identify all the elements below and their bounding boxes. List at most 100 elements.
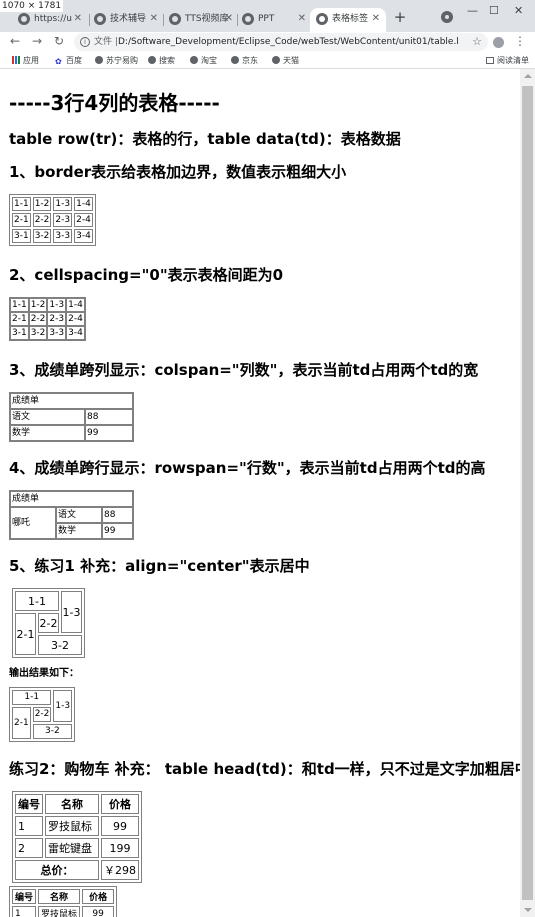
table-cell: 2-1	[12, 707, 31, 739]
table-cell: 雷蛇键盘	[45, 838, 99, 858]
bookmark-tmall[interactable]: 天猫	[272, 55, 299, 66]
table-cell: 2-2	[28, 312, 48, 326]
table-cell: 88	[102, 507, 133, 523]
table-cell: 3-1	[12, 229, 31, 243]
table-cell: 3-4	[74, 229, 93, 243]
table-cell: 哪吒	[10, 507, 56, 539]
table-cell: 88	[85, 409, 133, 425]
table-header: 总价：	[15, 860, 99, 880]
bookmarks-bar: 应用 ✿ 百度 苏宁易购 搜索 淘宝 京东 天猫 阅读清单	[0, 52, 535, 69]
menu-button[interactable]: ⋮	[514, 34, 526, 48]
table-row: 总价： ￥298	[15, 860, 139, 880]
section-4-heading: 4、成绩单跨行显示：rowspan="行数"，表示当前td占用两个td的高	[9, 459, 486, 477]
table-cell: 3-4	[66, 326, 85, 340]
table-header: 编号	[12, 889, 37, 904]
toolbar: ← → ↻ i 文件 | D:/Software_Development/Ecl…	[0, 32, 535, 52]
scroll-down-arrow-icon[interactable]	[524, 908, 532, 912]
table-header: 编号	[15, 794, 43, 814]
table-cell: 3-2	[38, 635, 82, 655]
globe-icon	[190, 56, 198, 64]
table-cell: 语文	[56, 507, 102, 523]
table-cell: 1-3	[53, 690, 73, 722]
page-title: -----3行4列的表格-----	[9, 91, 220, 115]
table-row: 编号 名称 价格	[12, 889, 115, 904]
table-cell: 2-1	[10, 312, 29, 326]
tab-4[interactable]: PPT ✕	[236, 8, 312, 32]
close-tab-icon[interactable]: ✕	[74, 8, 82, 30]
table-row: 成绩单	[10, 393, 133, 409]
back-button[interactable]: ←	[10, 34, 20, 48]
table-cell: 2-1	[12, 213, 31, 227]
minimize-button[interactable]: —	[467, 4, 478, 17]
table-row: 1-1 1-2 1-3 1-4	[12, 197, 93, 211]
globe-icon	[94, 13, 106, 25]
table-header: 名称	[38, 889, 81, 904]
bookmark-star-icon[interactable]: ☆	[472, 33, 482, 51]
profile-avatar-icon[interactable]	[493, 37, 504, 48]
table-cell: 成绩单	[10, 491, 133, 507]
table-header: 价格	[101, 794, 139, 814]
table-cell: 2-2	[32, 213, 52, 227]
table-cell: 2-3	[47, 312, 67, 326]
reading-list-button[interactable]: 阅读清单	[486, 55, 529, 66]
table-cell: 2-2	[38, 613, 59, 633]
table-cell: 1-4	[66, 298, 85, 312]
bookmark-search[interactable]: 搜索	[148, 55, 175, 66]
close-tab-icon[interactable]: ✕	[298, 8, 306, 30]
bookmark-apps[interactable]: 应用	[12, 55, 39, 66]
bookmark-jd[interactable]: 京东	[231, 55, 258, 66]
table-cell: 99	[82, 906, 115, 917]
tab-3[interactable]: TTS视频库 ✕	[163, 8, 239, 32]
table-cell: 2	[15, 838, 43, 858]
table-cell: 数学	[56, 523, 102, 539]
reload-button[interactable]: ↻	[54, 34, 64, 48]
table-cell: 1	[15, 816, 43, 836]
scroll-up-arrow-icon[interactable]	[524, 74, 532, 78]
sync-icon[interactable]	[441, 11, 453, 23]
scrollbar-thumb[interactable]	[522, 86, 533, 900]
section-2-heading: 2、cellspacing="0"表示表格间距为0	[9, 266, 284, 284]
bookmark-taobao[interactable]: 淘宝	[190, 55, 217, 66]
table-cell: 2-4	[74, 213, 93, 227]
table-cell: 2-4	[66, 312, 85, 326]
globe-icon	[242, 13, 254, 25]
bookmark-baidu[interactable]: ✿ 百度	[55, 55, 82, 66]
page-content: -----3行4列的表格----- table row(tr)：表格的行，tab…	[0, 69, 520, 917]
table-row: 语文 88	[10, 409, 133, 425]
vertical-scrollbar[interactable]	[520, 69, 535, 917]
close-window-button[interactable]: ✕	[514, 4, 523, 17]
table-row: 1-1 1-2 1-3 1-4	[10, 298, 85, 312]
table-row: 1 罗技鼠标 99	[15, 816, 139, 836]
shopping-cart-output-table: 编号 名称 价格 1 罗技鼠标 99 2 雷蛇键盘 199 总价： ￥298	[9, 886, 118, 917]
table-row: 哪吒 语文 88	[10, 507, 133, 539]
section-5-heading: 5、练习1 补充：align="center"表示居中	[9, 557, 310, 575]
table-cell: 1-1	[15, 591, 59, 611]
table-cell: 语文	[10, 409, 85, 425]
close-tab-icon[interactable]: ✕	[150, 8, 158, 30]
close-tab-icon[interactable]: ✕	[225, 8, 233, 30]
table-row: 2-1 2-2 2-3 2-4	[10, 312, 85, 326]
tab-title: TTS视频库	[185, 14, 229, 24]
table-cell: 3-3	[53, 229, 73, 243]
exercise-1-output-table: 1-1 1-3 2-1 2-2 3-2	[9, 687, 76, 742]
section-3-heading: 3、成绩单跨列显示：colspan="列数"，表示当前td占用两个td的宽	[9, 361, 479, 379]
tab-title: https://u	[34, 14, 72, 24]
tab-5-active[interactable]: 表格标签 ✕	[310, 8, 386, 32]
url-text[interactable]: D:/Software_Development/Eclipse_Code/web…	[118, 33, 458, 51]
bookmark-suning[interactable]: 苏宁易购	[95, 55, 138, 66]
table-cell: 2-3	[53, 213, 73, 227]
maximize-button[interactable]: ☐	[489, 4, 499, 17]
tab-title: PPT	[258, 14, 275, 24]
forward-button[interactable]: →	[32, 34, 42, 48]
table-cell: 3-1	[10, 326, 29, 340]
new-tab-button[interactable]: +	[391, 9, 409, 27]
title-bar: 1070 × 1781 https://u ✕ 技术辅导 ✕ TTS视频库 ✕ …	[0, 0, 535, 32]
table-cell: 1-3	[53, 197, 73, 211]
address-bar[interactable]: i 文件 | D:/Software_Development/Eclipse_C…	[74, 33, 488, 51]
tab-2[interactable]: 技术辅导 ✕	[88, 8, 164, 32]
table-cell: 2-2	[32, 707, 52, 722]
info-icon[interactable]: i	[80, 37, 90, 47]
close-tab-icon[interactable]: ✕	[372, 8, 380, 30]
table-row: 3-1 3-2 3-3 3-4	[12, 229, 93, 243]
border-table: 1-1 1-2 1-3 1-4 2-1 2-2 2-3 2-4 3-1 3-2 …	[9, 194, 96, 246]
